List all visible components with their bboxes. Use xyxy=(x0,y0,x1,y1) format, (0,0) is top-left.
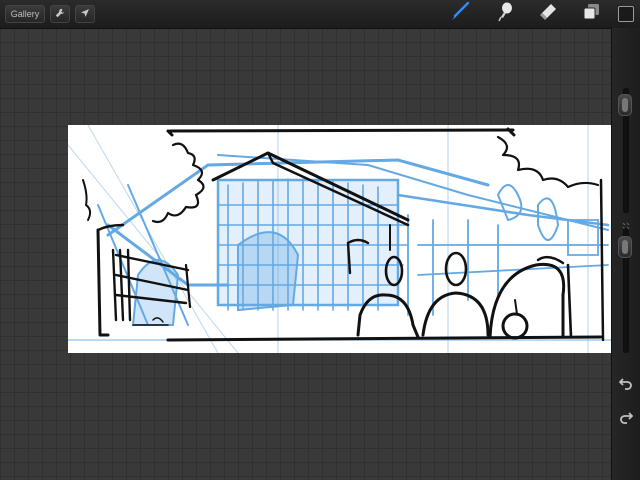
smudge-tool-button[interactable] xyxy=(493,1,515,28)
wrench-icon xyxy=(55,8,65,20)
undo-icon xyxy=(618,376,633,393)
redo-button[interactable] xyxy=(618,410,634,426)
gallery-label: Gallery xyxy=(10,9,40,19)
transform-button[interactable] xyxy=(75,5,95,23)
blue-underdrawing xyxy=(68,125,611,353)
eraser-tool-button[interactable] xyxy=(537,3,559,25)
layers-icon xyxy=(581,1,603,28)
tool-group xyxy=(438,0,640,28)
gallery-button[interactable]: Gallery xyxy=(5,5,45,23)
top-toolbar: Gallery xyxy=(0,0,640,29)
layers-tool-button[interactable] xyxy=(581,3,603,25)
undo-button[interactable] xyxy=(618,376,634,392)
brush-tool-button[interactable] xyxy=(449,1,471,28)
brush-icon xyxy=(449,1,471,28)
actions-button[interactable] xyxy=(50,5,70,23)
sketch-artwork xyxy=(68,125,611,353)
brush-size-knob[interactable] xyxy=(618,94,632,117)
eraser-icon xyxy=(537,1,559,28)
drawing-canvas[interactable] xyxy=(68,125,611,353)
redo-icon xyxy=(619,410,634,427)
opacity-knob[interactable] xyxy=(618,236,632,259)
right-sidebar xyxy=(611,28,640,480)
slider-divider-icon xyxy=(622,217,630,230)
smudge-icon xyxy=(493,1,515,28)
arrow-cursor-icon xyxy=(80,8,90,20)
color-swatch[interactable] xyxy=(618,6,634,22)
